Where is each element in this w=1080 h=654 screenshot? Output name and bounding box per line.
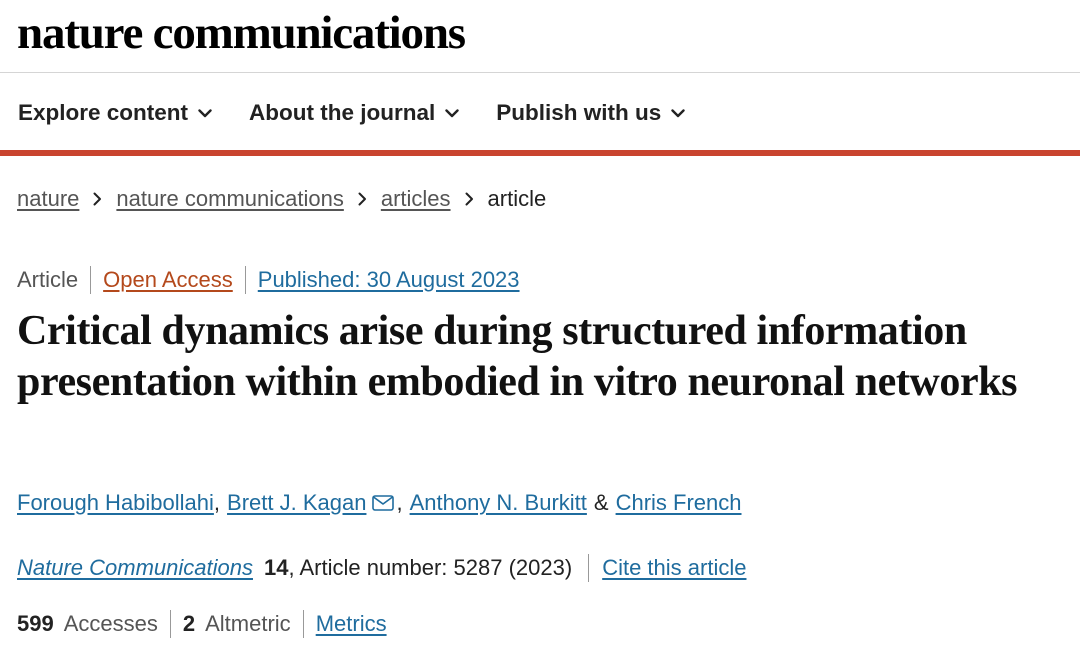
breadcrumb-current: article [487, 186, 547, 211]
divider [302, 610, 304, 638]
chevron-down-icon [198, 108, 212, 118]
nav-explore-content-label: Explore content [18, 100, 189, 125]
nav-about-the-journal-label: About the journal [249, 100, 436, 125]
author-list: Forough Habibollahi , Brett J. Kagan , A… [17, 490, 742, 516]
author-link[interactable]: Chris French [616, 490, 742, 516]
divider [169, 610, 171, 638]
metrics-link[interactable]: Metrics [316, 611, 387, 637]
header-divider [0, 72, 1080, 73]
author-separator: , [213, 490, 221, 515]
mail-icon[interactable] [372, 495, 395, 511]
breadcrumb-articles[interactable]: articles [381, 186, 451, 212]
divider [588, 554, 590, 582]
accent-bar [0, 150, 1080, 156]
author-ampersand: & [593, 490, 609, 515]
article-number: , Article number: 5287 (2023) [288, 555, 573, 580]
open-access-link[interactable]: Open Access [103, 267, 233, 293]
author-separator: , [396, 490, 403, 515]
author-link[interactable]: Anthony N. Burkitt [410, 490, 587, 516]
accesses-count: 599 [17, 611, 54, 636]
chevron-right-icon [465, 192, 474, 206]
article-title: Critical dynamics arise during structure… [17, 308, 1018, 405]
citation-line: Nature Communications 14 , Article numbe… [17, 554, 746, 582]
nav-publish-with-us[interactable]: Publish with us [496, 100, 685, 126]
accesses-label: Accesses [63, 611, 158, 636]
article-meta: Article Open Access Published: 30 August… [17, 266, 520, 294]
divider [90, 266, 92, 294]
nav-about-the-journal[interactable]: About the journal [249, 100, 459, 126]
altmetric-label: Altmetric [205, 611, 291, 636]
nav-explore-content[interactable]: Explore content [18, 100, 212, 126]
author-link[interactable]: Forough Habibollahi [17, 490, 214, 516]
breadcrumb-nature[interactable]: nature [17, 186, 79, 212]
chevron-down-icon [671, 108, 685, 118]
volume-number: 14 [263, 555, 289, 580]
divider [244, 266, 246, 294]
chevron-right-icon [358, 192, 367, 206]
article-metrics: 599 Accesses 2 Altmetric Metrics [17, 610, 387, 638]
nav-publish-with-us-label: Publish with us [496, 100, 662, 125]
site-logo[interactable]: nature communications [17, 8, 466, 58]
journal-link[interactable]: Nature Communications [17, 555, 253, 581]
chevron-right-icon [93, 192, 102, 206]
breadcrumb-nature-communications[interactable]: nature communications [116, 186, 343, 212]
breadcrumb: nature nature communications articles ar… [17, 186, 546, 212]
published-date-link[interactable]: Published: 30 August 2023 [258, 267, 520, 293]
altmetric-count: 2 [182, 611, 196, 636]
main-nav: Explore content About the journal Publis… [18, 98, 722, 128]
article-type: Article [17, 267, 79, 292]
chevron-down-icon [445, 108, 459, 118]
cite-this-article-link[interactable]: Cite this article [602, 555, 746, 581]
author-link[interactable]: Brett J. Kagan [227, 490, 366, 516]
